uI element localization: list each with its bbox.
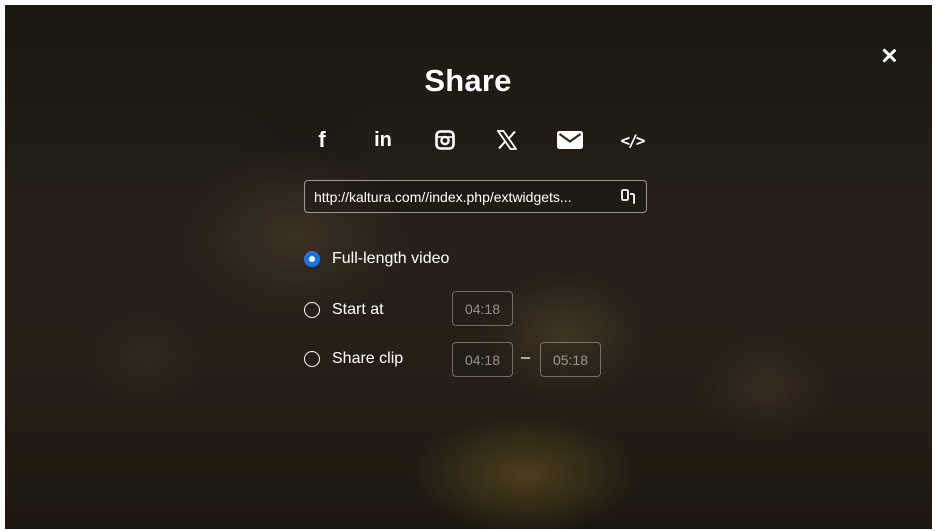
dialog-title: Share bbox=[424, 63, 512, 98]
clip-end-time-input[interactable]: 05:18 bbox=[540, 342, 601, 377]
embed-icon: </> bbox=[620, 130, 646, 150]
share-url-text: http://kaltura.com//index.php/extwidgets… bbox=[314, 189, 572, 205]
share-url-field[interactable]: http://kaltura.com//index.php/extwidgets… bbox=[304, 180, 647, 213]
radio-share-clip[interactable] bbox=[304, 351, 320, 367]
option-start-at[interactable]: Start at bbox=[304, 300, 384, 320]
instagram-share-button[interactable] bbox=[427, 122, 463, 158]
linkedin-share-button[interactable]: in bbox=[365, 122, 401, 158]
linkedin-icon: in bbox=[374, 128, 392, 151]
facebook-share-button[interactable]: f bbox=[304, 122, 340, 158]
instagram-icon bbox=[435, 130, 455, 150]
copy-icon[interactable] bbox=[619, 188, 637, 206]
full-length-label: Full-length video bbox=[332, 250, 450, 267]
radio-start-at[interactable] bbox=[304, 302, 320, 318]
clip-start-time-input[interactable]: 04:18 bbox=[452, 342, 513, 377]
x-icon bbox=[497, 130, 517, 150]
embed-share-button[interactable]: </> bbox=[614, 122, 650, 158]
start-at-time-input[interactable]: 04:18 bbox=[452, 291, 513, 326]
x-share-button[interactable] bbox=[489, 122, 525, 158]
start-at-label: Start at bbox=[332, 301, 384, 318]
facebook-icon: f bbox=[318, 127, 326, 152]
option-full-length[interactable]: Full-length video bbox=[304, 249, 449, 269]
option-share-clip[interactable]: Share clip bbox=[304, 349, 403, 369]
email-icon bbox=[557, 131, 583, 149]
share-clip-label: Share clip bbox=[332, 350, 404, 367]
social-share-row: f in </> bbox=[304, 122, 649, 158]
radio-full-length[interactable] bbox=[304, 251, 320, 267]
email-share-button[interactable] bbox=[552, 122, 588, 158]
clip-range-separator bbox=[521, 357, 530, 359]
